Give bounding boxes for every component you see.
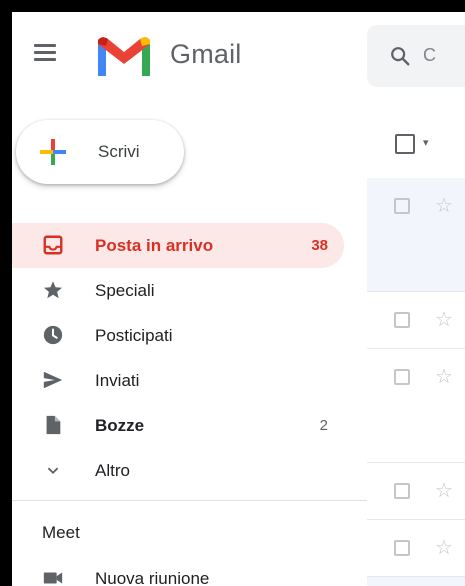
sidebar-item-drafts[interactable]: Bozze 2 [12, 403, 344, 448]
clock-icon [43, 325, 63, 345]
menu-bar-icon [34, 51, 56, 54]
mail-checkbox[interactable] [394, 312, 410, 328]
compose-button[interactable]: Scrivi [16, 120, 184, 184]
mail-row[interactable]: ☆ [367, 463, 465, 520]
star-icon [44, 281, 62, 299]
video-camera-icon [43, 572, 63, 584]
chevron-down-icon [47, 467, 59, 475]
sidebar-item-label: Inviati [95, 371, 140, 390]
mail-list: ▾ ☆ ☆ ☆ ☆ ☆ [367, 98, 465, 586]
search-bar[interactable]: C [367, 25, 465, 87]
meet-section-title: Meet [42, 523, 80, 542]
mail-checkbox[interactable] [394, 198, 410, 214]
menu-bar-icon [34, 58, 56, 61]
sidebar-item-label: Altro [95, 461, 130, 480]
send-icon [43, 371, 63, 389]
sidebar-divider [12, 500, 367, 501]
plus-icon [40, 139, 66, 165]
select-all-checkbox[interactable] [395, 134, 415, 154]
star-icon[interactable]: ☆ [435, 538, 453, 558]
star-icon[interactable]: ☆ [435, 367, 453, 387]
header: Gmail C [12, 12, 465, 99]
sidebar-item-label: Nuova riunione [95, 569, 210, 586]
main-menu-button[interactable] [34, 40, 70, 70]
sidebar-item-inbox[interactable]: Posta in arrivo 38 [12, 223, 344, 268]
star-icon[interactable]: ☆ [435, 310, 453, 330]
mail-checkbox[interactable] [394, 483, 410, 499]
compose-label: Scrivi [98, 142, 140, 161]
draft-icon [46, 415, 61, 435]
app-name: Gmail [170, 39, 242, 69]
gmail-logo-icon[interactable] [94, 34, 154, 78]
inbox-icon [43, 235, 63, 255]
mail-row[interactable]: ☆ [367, 178, 465, 292]
select-dropdown-icon[interactable]: ▾ [423, 136, 429, 149]
sidebar-item-label: Speciali [95, 281, 155, 300]
mail-row[interactable] [367, 577, 465, 586]
mail-checkbox[interactable] [394, 540, 410, 556]
sidebar-item-label: Posticipati [95, 326, 173, 345]
sidebar-item-label: Posta in arrivo [95, 236, 214, 255]
sidebar-item-sent[interactable]: Inviati [12, 358, 344, 403]
sidebar-item-new-meeting[interactable]: Nuova riunione [12, 556, 344, 586]
sidebar-item-starred[interactable]: Speciali [12, 268, 344, 313]
mail-row[interactable]: ☆ [367, 292, 465, 349]
mail-row[interactable]: ☆ [367, 349, 465, 463]
unread-count: 38 [311, 237, 328, 254]
sidebar: Scrivi Posta in arrivo 38 Speciali Posti… [12, 98, 367, 586]
draft-count: 2 [319, 417, 328, 434]
sidebar-item-more[interactable]: Altro [12, 448, 344, 493]
sidebar-item-snoozed[interactable]: Posticipati [12, 313, 344, 358]
search-input[interactable]: C [423, 45, 465, 66]
gmail-window: Gmail C Scrivi Posta in arrivo 38 Specia… [12, 12, 465, 586]
menu-bar-icon [34, 44, 56, 47]
mail-row[interactable]: ☆ [367, 520, 465, 577]
star-icon[interactable]: ☆ [435, 196, 453, 216]
sidebar-item-label: Bozze [95, 416, 145, 435]
star-icon[interactable]: ☆ [435, 481, 453, 501]
mail-checkbox[interactable] [394, 369, 410, 385]
search-icon[interactable] [389, 45, 411, 67]
